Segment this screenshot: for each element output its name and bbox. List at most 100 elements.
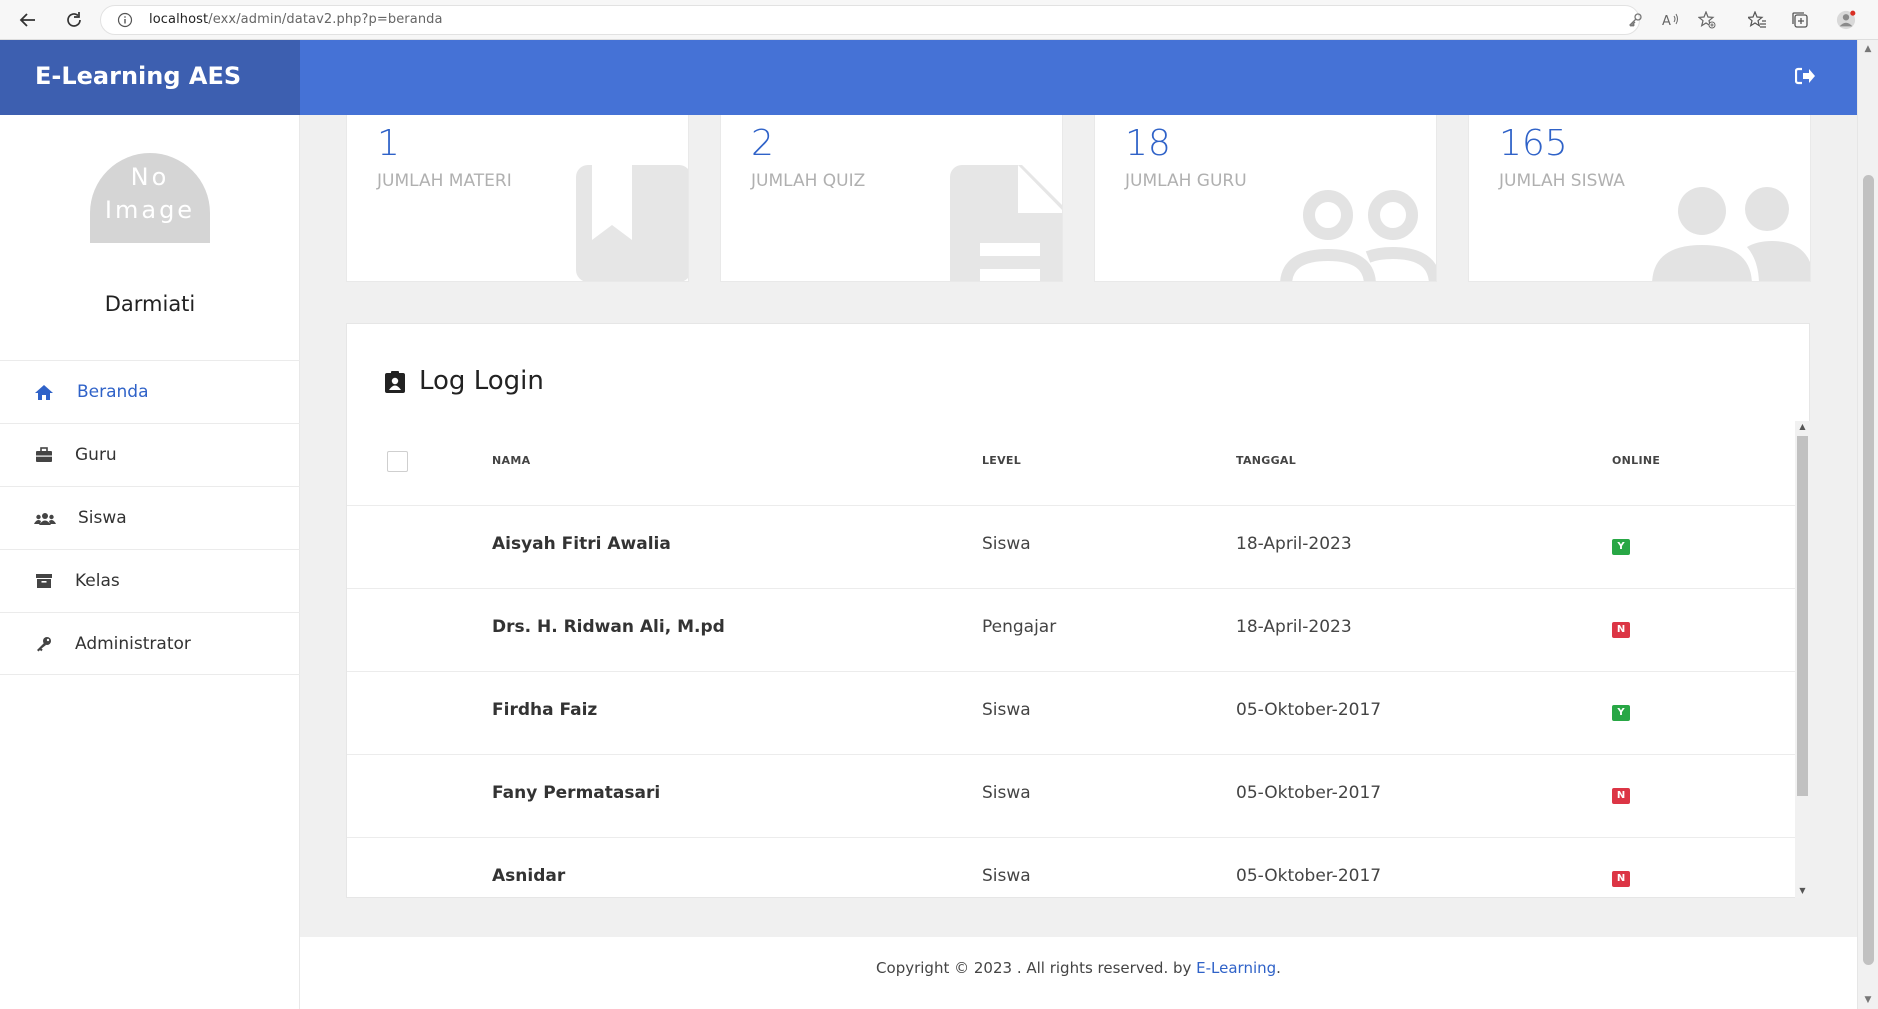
- avatar: No Image: [90, 153, 210, 243]
- user-friends-icon: [1652, 187, 1810, 281]
- stat-label: JUMLAH GURU: [1125, 171, 1247, 191]
- stat-label: JUMLAH SISWA: [1499, 171, 1625, 191]
- svg-text:A: A: [1662, 14, 1671, 28]
- stat-value: 18: [1125, 123, 1171, 164]
- table-row[interactable]: Aisyah Fitri Awalia Siswa 18-April-2023 …: [347, 506, 1795, 589]
- key-icon[interactable]: [1625, 10, 1645, 30]
- stat-value: 2: [751, 123, 774, 164]
- cell-tanggal: 05-Oktober-2017: [1236, 783, 1382, 803]
- collections-icon[interactable]: [1790, 10, 1810, 30]
- select-all-checkbox[interactable]: [387, 451, 408, 472]
- sign-out-icon[interactable]: [1794, 67, 1817, 87]
- url-text: localhost/exx/admin/datav2.php?p=beranda: [149, 12, 443, 27]
- cell-tanggal: 05-Oktober-2017: [1236, 866, 1382, 886]
- scrollbar-thumb[interactable]: [1863, 175, 1874, 965]
- sidebar: No Image Darmiati Beranda Guru Siswa Kel…: [0, 115, 300, 1009]
- cell-level: Siswa: [982, 534, 1031, 554]
- stat-value: 1: [377, 123, 400, 164]
- sidebar-item-beranda[interactable]: Beranda: [0, 360, 300, 423]
- address-bar[interactable]: localhost/exx/admin/datav2.php?p=beranda…: [100, 5, 1716, 35]
- scroll-up-arrow-icon[interactable]: ▲: [1863, 44, 1873, 54]
- sidebar-item-guru[interactable]: Guru: [0, 423, 300, 486]
- add-favorite-icon[interactable]: [1697, 10, 1717, 30]
- cell-nama: Fany Permatasari: [492, 783, 661, 803]
- cell-nama: Drs. H. Ridwan Ali, M.pd: [492, 617, 725, 637]
- read-aloud-icon[interactable]: A: [1661, 10, 1681, 30]
- scrollbar-thumb[interactable]: [1797, 436, 1808, 796]
- back-icon[interactable]: [16, 8, 40, 32]
- cell-level: Pengajar: [982, 617, 1057, 637]
- briefcase-icon: [34, 446, 54, 464]
- book-icon: [576, 165, 688, 281]
- user-name: Darmiati: [104, 292, 196, 316]
- top-navbar: [300, 40, 1857, 115]
- scroll-down-arrow-icon[interactable]: ▼: [1797, 885, 1808, 897]
- cell-nama: Aisyah Fitri Awalia: [492, 534, 671, 554]
- stat-card-guru[interactable]: 18 JUMLAH GURU: [1094, 115, 1437, 282]
- sidebar-item-siswa[interactable]: Siswa: [0, 486, 300, 549]
- site-info-icon[interactable]: [117, 12, 133, 32]
- reload-icon[interactable]: [62, 8, 86, 32]
- copyright-text: Copyright © 2023 . All rights reserved. …: [876, 959, 1281, 977]
- page-scrollbar[interactable]: ▲ ▼: [1857, 40, 1878, 1009]
- column-header-nama[interactable]: NAMA: [492, 454, 530, 467]
- table-row[interactable]: Asnidar Siswa 05-Oktober-2017 N: [347, 838, 1795, 898]
- stat-value: 165: [1499, 123, 1568, 164]
- log-login-panel: Log Login NAMA LEVEL TANGGAL ONLINE Aisy…: [346, 323, 1810, 898]
- footer-link[interactable]: E-Learning: [1196, 959, 1276, 977]
- scroll-down-arrow-icon[interactable]: ▼: [1863, 995, 1873, 1005]
- cell-nama: Firdha Faiz: [492, 700, 598, 720]
- cell-level: Siswa: [982, 700, 1031, 720]
- online-badge: N: [1612, 788, 1630, 804]
- cell-nama: Asnidar: [492, 866, 566, 886]
- user-clipboard-icon: [385, 370, 407, 393]
- stat-card-siswa[interactable]: 165 JUMLAH SISWA: [1468, 115, 1811, 282]
- sidebar-item-administrator[interactable]: Administrator: [0, 612, 300, 675]
- table-row[interactable]: Drs. H. Ridwan Ali, M.pd Pengajar 18-Apr…: [347, 589, 1795, 672]
- users-icon: [33, 509, 57, 527]
- key-icon: [34, 635, 54, 653]
- table-row[interactable]: Firdha Faiz Siswa 05-Oktober-2017 Y: [347, 672, 1795, 755]
- brand-bar: E-Learning AES: [0, 40, 300, 115]
- stat-label: JUMLAH QUIZ: [751, 171, 866, 191]
- sidebar-item-label: Beranda: [77, 382, 149, 402]
- cell-tanggal: 05-Oktober-2017: [1236, 700, 1382, 720]
- scroll-up-arrow-icon[interactable]: ▲: [1797, 421, 1808, 433]
- online-badge: N: [1612, 871, 1630, 887]
- archive-icon: [34, 572, 54, 590]
- online-badge: Y: [1612, 705, 1630, 721]
- file-icon: [950, 165, 1062, 281]
- brand-title[interactable]: E-Learning AES: [35, 62, 241, 90]
- sidebar-item-kelas[interactable]: Kelas: [0, 549, 300, 612]
- profile-icon[interactable]: [1836, 10, 1856, 30]
- stat-card-materi[interactable]: 1 JUMLAH MATERI: [346, 115, 689, 282]
- panel-title: Log Login: [385, 366, 544, 396]
- home-icon: [34, 383, 54, 401]
- sidebar-item-label: Kelas: [75, 571, 120, 591]
- avatar-placeholder-line2: Image: [104, 196, 196, 224]
- column-header-level[interactable]: LEVEL: [982, 454, 1021, 467]
- cell-level: Siswa: [982, 866, 1031, 886]
- table-header-row: NAMA LEVEL TANGGAL ONLINE: [347, 421, 1795, 506]
- table-row[interactable]: Fany Permatasari Siswa 05-Oktober-2017 N: [347, 755, 1795, 838]
- online-badge: Y: [1612, 539, 1630, 555]
- browser-toolbar: localhost/exx/admin/datav2.php?p=beranda…: [0, 0, 1878, 40]
- cell-level: Siswa: [982, 783, 1031, 803]
- avatar-placeholder-line1: No: [130, 163, 170, 191]
- favorites-icon[interactable]: [1747, 10, 1767, 30]
- cell-tanggal: 18-April-2023: [1236, 534, 1352, 554]
- cell-tanggal: 18-April-2023: [1236, 617, 1352, 637]
- table-scrollbar[interactable]: ▲ ▼: [1795, 421, 1810, 898]
- column-header-tanggal[interactable]: TANGGAL: [1236, 454, 1296, 467]
- stat-label: JUMLAH MATERI: [377, 171, 512, 191]
- sidebar-item-label: Siswa: [78, 508, 127, 528]
- online-badge: N: [1612, 622, 1630, 638]
- log-table: NAMA LEVEL TANGGAL ONLINE Aisyah Fitri A…: [347, 421, 1795, 898]
- stat-card-quiz[interactable]: 2 JUMLAH QUIZ: [720, 115, 1063, 282]
- sidebar-item-label: Guru: [75, 445, 117, 465]
- column-header-online[interactable]: ONLINE: [1612, 454, 1660, 467]
- footer: Copyright © 2023 . All rights reserved. …: [300, 937, 1857, 1009]
- sidebar-item-label: Administrator: [75, 633, 191, 654]
- user-friends-outline-icon: [1280, 190, 1436, 281]
- panel-title-text: Log Login: [419, 366, 544, 396]
